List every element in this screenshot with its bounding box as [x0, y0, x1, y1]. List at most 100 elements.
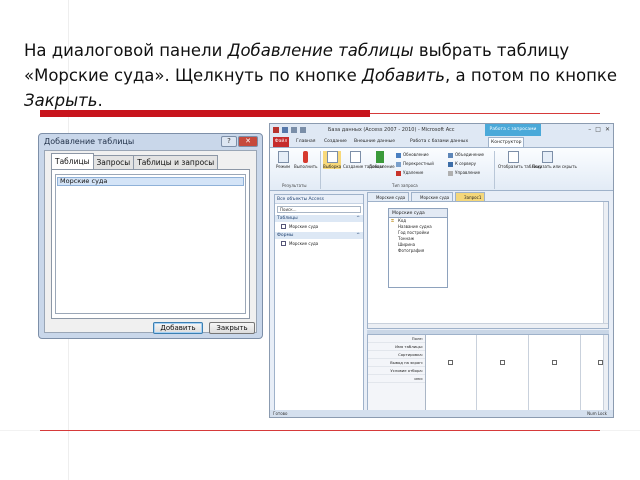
- select-label: Выборка: [323, 164, 342, 169]
- nav-item-label: Морские суда: [289, 224, 319, 229]
- add-table-dialog: Добавление таблицы ? ✕ Таблицы Запросы Т…: [38, 133, 263, 339]
- window-close-icon[interactable]: ✕: [605, 126, 610, 133]
- show-checkbox[interactable]: [448, 360, 453, 365]
- instruction-emphasis: Добавление таблицы: [227, 41, 414, 60]
- tab-panel: Морские суда: [51, 169, 250, 319]
- query-design-pane[interactable]: Морские суда Код Название судна Год пост…: [367, 201, 609, 329]
- crosstab-icon: [396, 161, 401, 167]
- decorative-red-line: [370, 113, 600, 114]
- run-label: Выполнить: [294, 164, 318, 169]
- tab-tables-and-queries[interactable]: Таблицы и запросы: [133, 155, 219, 169]
- table-field-list-title[interactable]: Морские суда: [389, 209, 447, 218]
- save-icon[interactable]: [282, 127, 288, 133]
- form-icon: [281, 241, 286, 246]
- append-button[interactable]: Добавление: [369, 151, 395, 169]
- close-button[interactable]: Закрыть: [209, 322, 255, 334]
- status-text: Готово: [273, 411, 288, 416]
- window-controls: – □ ✕: [588, 126, 610, 133]
- instruction-text: .: [97, 91, 103, 110]
- dialog-title-buttons: ? ✕: [221, 136, 258, 147]
- group-separator: [494, 151, 495, 189]
- ribbon-tab-external-data[interactable]: Внешние данные: [354, 137, 395, 147]
- grid-label-sort: Сортировка:: [368, 351, 425, 359]
- update-icon: [396, 152, 401, 158]
- table-field-list[interactable]: Морские суда Код Название судна Год пост…: [388, 208, 448, 288]
- delete-icon: [396, 170, 401, 176]
- nav-item-form[interactable]: Морские суда: [275, 240, 363, 248]
- ribbon-tab-home[interactable]: Главная: [296, 137, 315, 147]
- vertical-scrollbar[interactable]: [603, 202, 608, 328]
- decorative-red-line: [40, 430, 600, 431]
- minimize-icon[interactable]: –: [588, 126, 591, 133]
- ddl-label: Управление: [455, 170, 481, 175]
- show-hide-icon: [541, 151, 553, 163]
- ribbon-tab-file[interactable]: Файл: [273, 137, 289, 147]
- query-design-grid[interactable]: Поле: Имя таблицы: Сортировка: Вывод на …: [367, 334, 609, 412]
- nav-header[interactable]: Все объекты Access: [275, 195, 363, 204]
- grid-column-divider: [476, 335, 477, 411]
- ddl-icon: [448, 170, 453, 176]
- nav-group-tables[interactable]: Таблицы ^: [275, 215, 363, 222]
- ribbon-tab-design[interactable]: Конструктор: [488, 137, 525, 147]
- dialog-close-icon[interactable]: ✕: [238, 136, 258, 147]
- ribbon-tab-create[interactable]: Создание: [324, 137, 347, 147]
- nav-group-forms[interactable]: Формы ^: [275, 232, 363, 239]
- table-icon: [281, 224, 286, 229]
- navigation-pane: Все объекты Access Поиск... Таблицы ^ Мо…: [274, 194, 364, 412]
- help-button[interactable]: ?: [221, 136, 237, 147]
- doc-tab-table[interactable]: Морские суда: [367, 192, 410, 201]
- show-table-icon: [507, 151, 519, 163]
- ribbon-tabs: Файл Главная Создание Внешние данные Раб…: [270, 136, 613, 147]
- status-bar: Готово Num Lock: [270, 410, 613, 417]
- undo-icon[interactable]: [291, 127, 297, 133]
- view-label: Режим: [275, 164, 291, 169]
- add-button[interactable]: Добавить: [153, 322, 203, 334]
- delete-label: Удаление: [403, 170, 424, 175]
- doc-tab-query[interactable]: Запрос1: [455, 192, 486, 201]
- maximize-icon[interactable]: □: [595, 126, 601, 133]
- dialog-title: Добавление таблицы: [44, 137, 135, 146]
- nav-group-label: Таблицы: [277, 216, 298, 221]
- passthrough-icon: [448, 161, 453, 167]
- access-logo-icon: [273, 127, 279, 133]
- slide-instruction: На диалоговой панели Добавление таблицы …: [24, 38, 624, 113]
- run-icon: [302, 151, 308, 163]
- view-button[interactable]: Режим: [274, 151, 292, 169]
- chevron-up-icon: ^: [356, 233, 360, 238]
- grid-column-divider: [580, 335, 581, 411]
- nav-search-input[interactable]: Поиск...: [277, 206, 361, 213]
- crosstab-button[interactable]: Перекрестный: [396, 161, 434, 167]
- instruction-text: , а потом по кнопке: [445, 66, 618, 85]
- union-label: Объединение: [455, 152, 485, 157]
- union-button[interactable]: Объединение: [448, 152, 484, 158]
- field-item[interactable]: Фотография: [389, 248, 447, 254]
- data-definition-button[interactable]: Управление: [448, 170, 480, 176]
- delete-query-button[interactable]: Удаление: [396, 170, 423, 176]
- update-query-button[interactable]: Обновление: [396, 152, 429, 158]
- doc-tab-form[interactable]: Морские суда: [411, 192, 454, 201]
- show-hide-button[interactable]: Показать или скрыть: [532, 151, 577, 169]
- redo-icon[interactable]: [300, 127, 306, 133]
- make-table-button[interactable]: Создание таблицы: [343, 151, 383, 169]
- context-tab-query-tools: Работа с запросами: [485, 124, 541, 136]
- instruction-emphasis: Добавить: [361, 66, 446, 85]
- show-checkbox[interactable]: [500, 360, 505, 365]
- tab-queries[interactable]: Запросы: [92, 155, 135, 169]
- ribbon: Режим Выполнить Результаты Выборка Созда…: [270, 147, 613, 191]
- tab-tables[interactable]: Таблицы: [51, 153, 94, 169]
- passthrough-button[interactable]: К серверу: [448, 161, 476, 167]
- horizontal-scrollbar[interactable]: [368, 323, 608, 328]
- ribbon-tab-database-tools[interactable]: Работа с базами данных: [410, 137, 468, 147]
- grid-label-or: или:: [368, 375, 425, 383]
- select-query-button[interactable]: Выборка: [323, 151, 341, 169]
- append-label: Добавление: [369, 164, 395, 169]
- run-button[interactable]: Выполнить: [294, 151, 318, 169]
- list-item-sea-vessels[interactable]: Морские суда: [57, 177, 244, 186]
- group-label-results: Результаты: [282, 183, 307, 188]
- show-table-button[interactable]: Отобразить таблицу: [498, 151, 542, 169]
- show-checkbox[interactable]: [552, 360, 557, 365]
- vertical-scrollbar[interactable]: [603, 335, 608, 411]
- nav-item-table[interactable]: Морские суда: [275, 223, 363, 231]
- table-list[interactable]: Морские суда: [55, 174, 246, 314]
- instruction-text: На диалоговой панели: [24, 41, 228, 60]
